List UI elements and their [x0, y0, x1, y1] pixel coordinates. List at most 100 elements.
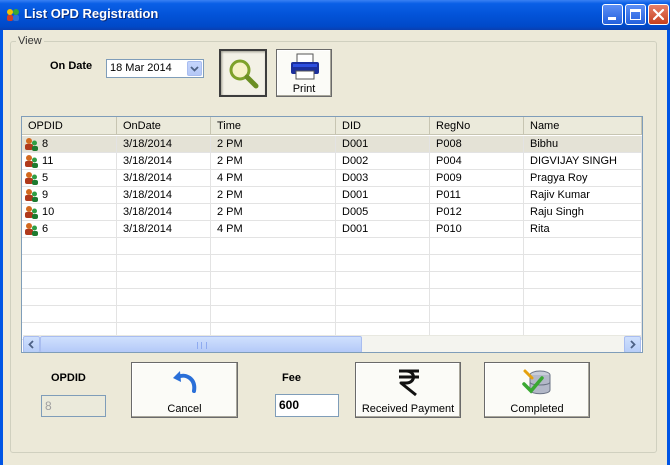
database-check-icon: [522, 369, 551, 395]
table-cell-did[interactable]: D001: [336, 136, 430, 153]
column-header-regno[interactable]: RegNo: [430, 117, 524, 135]
maximize-icon: [630, 9, 641, 20]
empty-table-row: [22, 272, 642, 289]
minimize-button[interactable]: [602, 4, 623, 25]
table-cell-did[interactable]: D005: [336, 204, 430, 221]
scroll-thumb[interactable]: [40, 336, 362, 352]
title-bar[interactable]: List OPD Registration: [0, 0, 670, 30]
table-cell-ondate[interactable]: 3/18/2014: [117, 187, 211, 204]
table-row[interactable]: 6 3/18/2014 4 PM D001 P010 Rita: [22, 221, 642, 238]
view-legend: View: [16, 35, 44, 47]
table-cell-name[interactable]: Raju Singh: [524, 204, 642, 221]
column-header-time[interactable]: Time: [211, 117, 336, 135]
search-button[interactable]: [219, 49, 267, 97]
opdid-value: 10: [42, 206, 55, 218]
table-cell-did: [336, 306, 430, 323]
opd-registration-grid[interactable]: OPDID OnDate Time DID RegNo Name 8 3/18/2…: [21, 116, 643, 353]
table-cell-opdid[interactable]: 8: [22, 136, 117, 153]
table-row[interactable]: 10 3/18/2014 2 PM D005 P012 Raju Singh: [22, 204, 642, 221]
table-cell-time: [211, 289, 336, 306]
app-users-icon: [7, 9, 19, 21]
table-cell-time[interactable]: 2 PM: [211, 136, 336, 153]
window-border-left: [0, 30, 3, 465]
table-cell-ondate[interactable]: 3/18/2014: [117, 153, 211, 170]
table-cell-opdid: [22, 272, 117, 289]
opdid-field[interactable]: 8: [41, 395, 106, 417]
scroll-grip: [197, 342, 207, 349]
table-cell-time: [211, 255, 336, 272]
table-cell-name[interactable]: Rita: [524, 221, 642, 238]
table-cell-name[interactable]: Pragya Roy: [524, 170, 642, 187]
table-row[interactable]: 8 3/18/2014 2 PM D001 P008 Bibhu: [22, 136, 642, 153]
table-cell-ondate[interactable]: 3/18/2014: [117, 221, 211, 238]
table-cell-ondate: [117, 306, 211, 323]
user-record-icon: [25, 206, 38, 219]
table-cell-time[interactable]: 2 PM: [211, 153, 336, 170]
table-cell-opdid[interactable]: 9: [22, 187, 117, 204]
table-cell-ondate[interactable]: 3/18/2014: [117, 204, 211, 221]
column-header-name[interactable]: Name: [524, 117, 642, 135]
table-cell-name[interactable]: Rajiv Kumar: [524, 187, 642, 204]
table-cell-did[interactable]: D001: [336, 221, 430, 238]
grid-header: OPDID OnDate Time DID RegNo Name: [22, 117, 642, 135]
table-row[interactable]: 5 3/18/2014 4 PM D003 P009 Pragya Roy: [22, 170, 642, 187]
table-cell-regno: [430, 255, 524, 272]
opdid-value: 5: [42, 172, 49, 184]
table-cell-regno[interactable]: P004: [430, 153, 524, 170]
table-cell-opdid[interactable]: 10: [22, 204, 117, 221]
table-cell-opdid[interactable]: 11: [22, 153, 117, 170]
table-cell-regno[interactable]: P010: [430, 221, 524, 238]
cancel-button[interactable]: Cancel: [131, 362, 238, 418]
scroll-left-button[interactable]: [23, 336, 40, 352]
table-cell-ondate[interactable]: 3/18/2014: [117, 170, 211, 187]
table-cell-ondate[interactable]: 3/18/2014: [117, 136, 211, 153]
close-icon: [652, 8, 665, 21]
on-date-picker[interactable]: 18 Mar 2014: [106, 59, 204, 78]
table-cell-ondate: [117, 255, 211, 272]
table-cell-regno[interactable]: P009: [430, 170, 524, 187]
horizontal-scrollbar[interactable]: [23, 335, 641, 352]
table-cell-time[interactable]: 4 PM: [211, 170, 336, 187]
table-cell-did[interactable]: D001: [336, 187, 430, 204]
table-cell-regno: [430, 238, 524, 255]
table-cell-regno: [430, 306, 524, 323]
table-cell-time[interactable]: 2 PM: [211, 187, 336, 204]
table-cell-opdid[interactable]: 5: [22, 170, 117, 187]
received-payment-label: Received Payment: [361, 403, 455, 415]
table-cell-did: [336, 289, 430, 306]
table-row[interactable]: 11 3/18/2014 2 PM D002 P004 DIGVIJAY SINGH: [22, 153, 642, 170]
table-cell-did[interactable]: D003: [336, 170, 430, 187]
received-payment-button[interactable]: Received Payment: [355, 362, 461, 418]
table-cell-ondate: [117, 289, 211, 306]
table-cell-name[interactable]: Bibhu: [524, 136, 642, 153]
table-cell-did: [336, 238, 430, 255]
table-cell-name[interactable]: DIGVIJAY SINGH: [524, 153, 642, 170]
table-cell-time[interactable]: 4 PM: [211, 221, 336, 238]
table-cell-name: [524, 306, 642, 323]
completed-button[interactable]: Completed: [484, 362, 590, 418]
table-cell-opdid[interactable]: 6: [22, 221, 117, 238]
table-cell-opdid: [22, 306, 117, 323]
minimize-icon: [608, 17, 616, 20]
printer-icon: [291, 53, 319, 80]
table-cell-regno[interactable]: P008: [430, 136, 524, 153]
fee-field[interactable]: 600: [275, 394, 339, 417]
column-header-ondate[interactable]: OnDate: [117, 117, 211, 135]
table-cell-time[interactable]: 2 PM: [211, 204, 336, 221]
column-header-did[interactable]: DID: [336, 117, 430, 135]
table-cell-regno[interactable]: P011: [430, 187, 524, 204]
table-cell-regno: [430, 289, 524, 306]
user-record-icon: [25, 223, 38, 236]
date-dropdown-button[interactable]: [187, 61, 202, 76]
table-cell-name: [524, 272, 642, 289]
maximize-button[interactable]: [625, 4, 646, 25]
close-button[interactable]: [648, 4, 669, 25]
table-row[interactable]: 9 3/18/2014 2 PM D001 P011 Rajiv Kumar: [22, 187, 642, 204]
print-button[interactable]: Print: [276, 49, 332, 97]
table-cell-regno[interactable]: P012: [430, 204, 524, 221]
column-header-opdid[interactable]: OPDID: [22, 117, 117, 135]
empty-table-row: [22, 306, 642, 323]
scroll-right-button[interactable]: [624, 336, 641, 352]
rupee-icon: [399, 369, 419, 397]
table-cell-did[interactable]: D002: [336, 153, 430, 170]
